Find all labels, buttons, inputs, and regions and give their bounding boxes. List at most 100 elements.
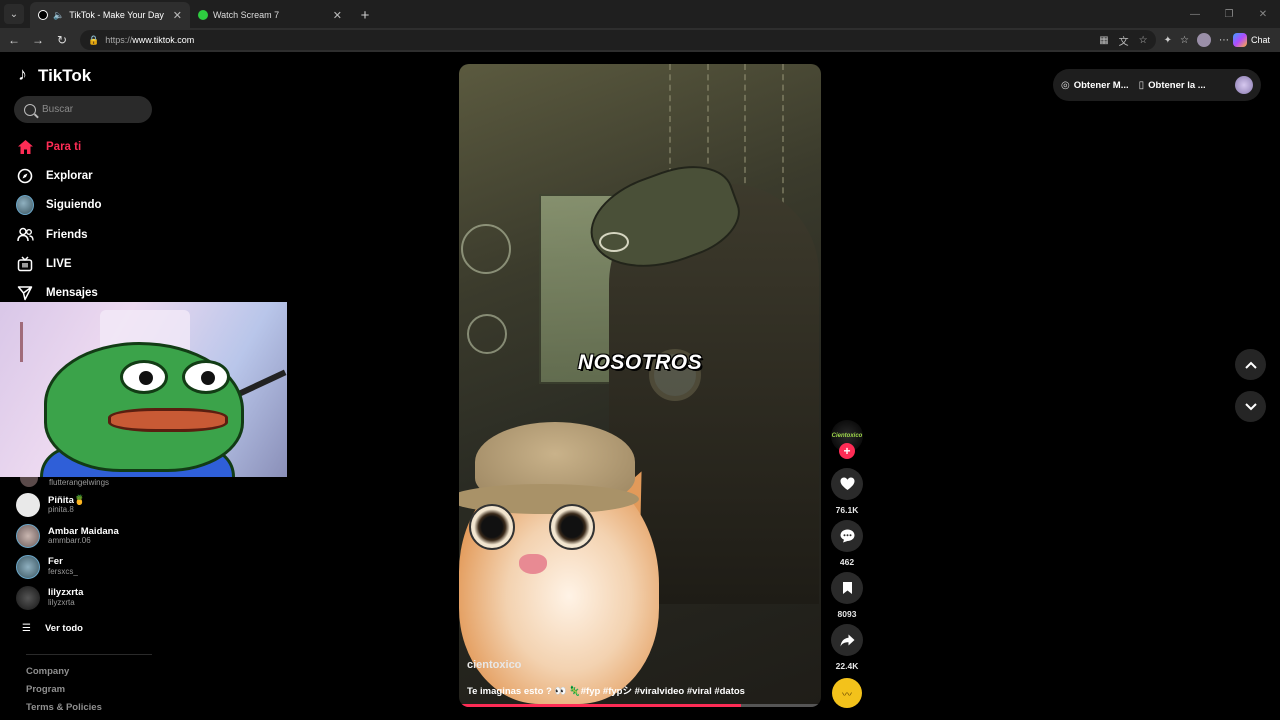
share-button[interactable] — [831, 624, 863, 656]
address-bar-icons: ▦ 文 ☆ — [1099, 33, 1147, 48]
share-count: 22.4K — [835, 661, 859, 671]
back-arrow-icon[interactable]: ← — [4, 30, 24, 50]
sidebar-item-siguiendo[interactable]: Siguiendo — [16, 191, 166, 220]
compass-icon — [16, 167, 34, 185]
video-progress-bar[interactable] — [459, 704, 821, 707]
search-box[interactable] — [14, 96, 152, 123]
footer-link-program[interactable]: Program — [26, 684, 102, 702]
bookmark-icon — [842, 582, 852, 594]
save-action: 8093 — [831, 572, 863, 619]
close-tab-icon[interactable]: ✕ — [333, 9, 342, 22]
account-avatar — [16, 493, 40, 518]
see-all-button[interactable]: ☰ Ver todo — [16, 613, 166, 643]
music-disc-icon[interactable]: 〰 — [832, 678, 862, 708]
account-avatar — [16, 585, 40, 610]
tab-list-chevron-icon[interactable]: ⌄ — [4, 4, 24, 24]
video-caption: Te imaginas esto ? 👀 🦎#fyp #fypシ #viralv… — [467, 686, 745, 697]
account-handle: flutterangelwings — [49, 478, 110, 487]
list-item[interactable]: lilyzxrta lilyzxrta — [16, 582, 166, 613]
sidebar-item-label: Friends — [46, 228, 88, 241]
comment-icon — [840, 529, 854, 543]
favorite-star-icon[interactable]: ☆ — [1139, 35, 1148, 46]
lock-icon[interactable]: 🔒 — [88, 35, 99, 46]
share-action: 22.4K — [831, 624, 863, 671]
live-icon — [16, 255, 34, 273]
forward-arrow-icon[interactable]: → — [28, 30, 48, 50]
video-progress-fill — [459, 704, 742, 707]
footer-links: Company Program Terms & Policies — [26, 666, 102, 720]
site-favicon-icon — [198, 10, 208, 20]
account-handle: ammbarr.06 — [48, 536, 91, 546]
footer-link-terms[interactable]: Terms & Policies — [26, 702, 102, 720]
sidebar-item-label: Explorar — [46, 169, 93, 182]
footer-link-company[interactable]: Company — [26, 666, 102, 684]
share-icon — [840, 634, 854, 646]
tab-title: Watch Scream 7 — [213, 10, 280, 20]
app-available-icon[interactable]: ▦ — [1099, 35, 1108, 46]
next-video-chevron-down-icon[interactable] — [1235, 391, 1266, 422]
divider — [26, 654, 152, 655]
tiktok-page: TikTok Para ti Explorar Siguiendo — [0, 52, 1280, 720]
home-icon — [16, 138, 34, 156]
follow-plus-button[interactable]: + — [839, 443, 855, 459]
extensions-icon[interactable]: ✦ — [1164, 35, 1172, 46]
streamer-webcam-overlay — [0, 302, 287, 477]
save-count: 8093 — [837, 609, 857, 619]
browser-toolbar: ← → ↻ 🔒 https://www.tiktok.com ▦ 文 ☆ ✦ ☆… — [0, 28, 1280, 52]
browser-tab-bar: ⌄ 🔈 TikTok - Make Your Day ✕ Watch Screa… — [0, 0, 1280, 28]
account-handle: lilyzxrta — [48, 597, 75, 607]
heart-icon — [840, 477, 854, 490]
minimize-icon[interactable]: — — [1178, 9, 1212, 20]
restore-icon[interactable]: ❐ — [1212, 9, 1246, 20]
new-tab-plus-icon[interactable]: + — [354, 4, 376, 26]
close-tab-icon[interactable]: ✕ — [173, 9, 182, 22]
get-app-button[interactable]: ▯ Obtener la ... — [1139, 80, 1206, 91]
user-avatar[interactable] — [1235, 76, 1253, 94]
comment-count: 462 — [839, 557, 855, 567]
sidebar-item-label: LIVE — [46, 257, 72, 270]
translate-icon[interactable]: 文 — [1119, 33, 1129, 48]
profile-avatar[interactable] — [1196, 33, 1211, 47]
like-button[interactable] — [831, 468, 863, 500]
more-options-icon[interactable]: ⋯ — [1219, 35, 1229, 46]
copilot-icon — [1232, 33, 1247, 47]
list-icon: ☰ — [22, 622, 31, 634]
sidebar-item-label: Siguiendo — [46, 199, 102, 212]
tiktok-logo[interactable]: TikTok — [18, 64, 92, 86]
logo-text: TikTok — [38, 66, 92, 85]
save-button[interactable] — [831, 572, 863, 604]
account-avatar — [16, 524, 40, 549]
close-window-icon[interactable]: ✕ — [1246, 9, 1280, 20]
reload-icon[interactable]: ↻ — [52, 30, 72, 50]
previous-video-chevron-up-icon[interactable] — [1235, 349, 1266, 380]
sidebar-item-explorar[interactable]: Explorar — [16, 161, 166, 190]
copilot-chat-button[interactable]: Chat — [1232, 33, 1276, 47]
list-item[interactable]: Ambar Maidana ammbarr.06 — [16, 521, 166, 552]
address-bar[interactable]: 🔒 https://www.tiktok.com ▦ 文 ☆ — [80, 30, 1156, 50]
url-text: https://www.tiktok.com — [105, 35, 195, 45]
favorites-icon[interactable]: ☆ — [1180, 35, 1189, 46]
like-count: 76.1K — [835, 505, 859, 515]
comment-button[interactable] — [831, 520, 863, 552]
like-action: 76.1K — [831, 468, 863, 515]
phone-icon: ▯ — [1138, 79, 1145, 91]
friends-icon — [16, 226, 34, 244]
following-accounts: flutterangelwings Piñita🍍 pinita.8 Ambar… — [16, 469, 166, 643]
sidebar-item-live[interactable]: LIVE — [16, 249, 166, 278]
search-input[interactable] — [42, 104, 142, 115]
tab-tiktok[interactable]: 🔈 TikTok - Make Your Day ✕ — [30, 2, 190, 28]
sidebar-item-para-ti[interactable]: Para ti — [16, 132, 166, 161]
send-icon — [16, 284, 34, 302]
sidebar-item-friends[interactable]: Friends — [16, 220, 166, 249]
list-item[interactable]: flutterangelwings — [16, 469, 166, 490]
account-handle: pinita.8 — [48, 505, 74, 515]
list-item[interactable]: Piñita🍍 pinita.8 — [16, 490, 166, 521]
coin-icon: ◎ — [1061, 79, 1070, 91]
video-author[interactable]: cientoxico — [467, 659, 521, 671]
tab-scream[interactable]: Watch Scream 7 ✕ — [190, 2, 350, 28]
list-item[interactable]: Fer fersxcs_ — [16, 552, 166, 583]
speaker-icon[interactable]: 🔈 — [53, 10, 64, 21]
video-overlay-text: NOSOTROS — [577, 351, 703, 374]
video-player[interactable]: NOSOTROS cientoxico Te imaginas esto ? 👀… — [459, 64, 821, 707]
get-coins-button[interactable]: ◎ Obtener M... — [1061, 80, 1129, 91]
